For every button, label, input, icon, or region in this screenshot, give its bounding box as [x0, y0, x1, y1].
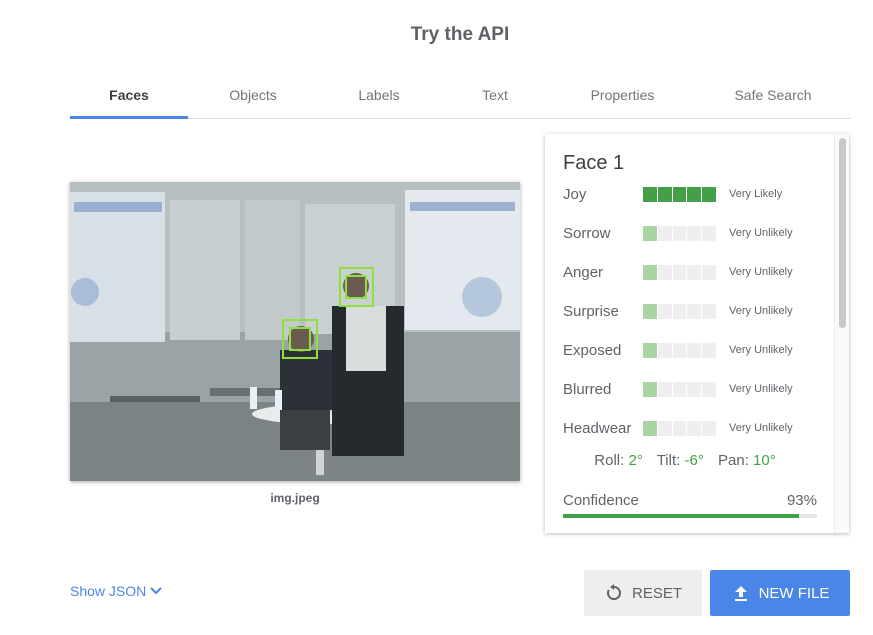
analyzed-image-graphic: [70, 182, 520, 481]
attribute-row-surprise: Surprise Very Unlikely: [563, 301, 793, 321]
show-json-link[interactable]: Show JSON: [70, 583, 166, 599]
new-file-label: NEW FILE: [758, 584, 830, 602]
likelihood-bar: [643, 420, 717, 436]
likelihood-label: Very Unlikely: [729, 344, 793, 356]
chevron-down-icon: [150, 587, 162, 595]
analyzed-image: [70, 182, 520, 481]
likelihood-label: Very Unlikely: [729, 227, 793, 239]
tilt-value: -6°: [684, 452, 704, 469]
likelihood-bar: [643, 225, 717, 241]
attribute-row-sorrow: Sorrow Very Unlikely: [563, 223, 793, 243]
likelihood-label: Very Likely: [729, 188, 783, 200]
tab-labels[interactable]: Labels: [318, 78, 440, 118]
tab-text[interactable]: Text: [440, 78, 550, 118]
attribute-label: Joy: [563, 185, 587, 203]
tab-faces[interactable]: Faces: [70, 78, 188, 119]
tab-properties[interactable]: Properties: [550, 78, 695, 118]
page-title: Try the API: [410, 24, 510, 45]
face-title: Face 1: [563, 152, 625, 174]
attribute-row-blurred: Blurred Very Unlikely: [563, 379, 793, 399]
likelihood-bar: [643, 342, 717, 358]
tilt-label: Tilt:: [656, 452, 681, 469]
attribute-label: Headwear: [563, 419, 632, 437]
attribute-label: Blurred: [563, 380, 612, 398]
attribute-row-joy: Joy Very Likely: [563, 184, 782, 204]
new-file-button[interactable]: NEW FILE: [710, 570, 850, 616]
likelihood-label: Very Unlikely: [729, 383, 793, 395]
attribute-row-headwear: Headwear Very Unlikely: [563, 418, 793, 438]
confidence-bar-fill: [563, 514, 800, 518]
confidence-label: Confidence: [563, 492, 639, 509]
likelihood-bar: [643, 303, 717, 319]
attribute-label: Anger: [563, 263, 604, 281]
reset-label: RESET: [631, 584, 682, 602]
likelihood-label: Very Unlikely: [729, 305, 793, 317]
card-scrollbar[interactable]: [834, 134, 849, 533]
face-details-card: Face 1 Joy Very Likely Sorrow Very Unlik…: [545, 134, 849, 533]
likelihood-label: Very Unlikely: [729, 266, 793, 278]
likelihood-bar: [643, 186, 717, 202]
pan-label: Pan:: [718, 452, 749, 469]
face-angles: Roll: 2° Tilt: -6° Pan: 10°: [545, 452, 835, 469]
attribute-row-anger: Anger Very Unlikely: [563, 262, 793, 282]
confidence-bar: [563, 514, 817, 518]
likelihood-bar: [643, 264, 717, 280]
pan-value: 10°: [753, 452, 776, 469]
confidence-row: Confidence 93%: [563, 492, 817, 509]
confidence-value: 93%: [786, 492, 817, 509]
card-scrollbar-thumb[interactable]: [839, 138, 846, 328]
tab-safe-search[interactable]: Safe Search: [695, 78, 851, 118]
attribute-row-exposed: Exposed Very Unlikely: [563, 340, 793, 360]
reset-icon: [607, 584, 621, 600]
show-json-label: Show JSON: [70, 583, 147, 599]
tab-bar: Faces Objects Labels Text Properties Saf…: [70, 78, 851, 119]
attribute-label: Surprise: [563, 302, 619, 320]
image-caption: img.jpeg: [270, 491, 320, 505]
reset-button[interactable]: RESET: [584, 570, 702, 616]
attribute-label: Sorrow: [563, 224, 611, 242]
attribute-label: Exposed: [563, 341, 622, 359]
roll-value: 2°: [628, 452, 643, 469]
roll-label: Roll:: [594, 452, 625, 469]
upload-icon: [734, 586, 747, 601]
likelihood-label: Very Unlikely: [729, 422, 793, 434]
tab-objects[interactable]: Objects: [188, 78, 318, 118]
likelihood-bar: [643, 381, 717, 397]
